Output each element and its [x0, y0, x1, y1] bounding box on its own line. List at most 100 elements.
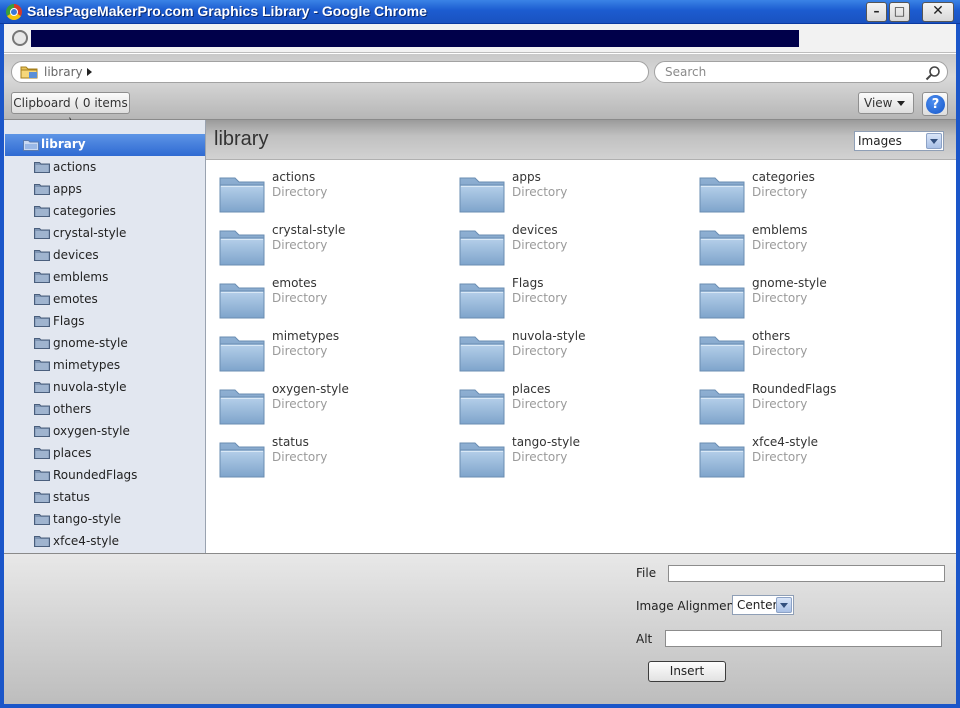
image-alignment-label: Image Alignment	[636, 599, 739, 613]
folder-icon	[459, 336, 505, 372]
help-button[interactable]: ?	[922, 92, 948, 116]
folder-tile-others[interactable]: others Directory	[698, 329, 928, 379]
filter-type-select[interactable]: Images	[854, 131, 944, 151]
main-content: library Images actions Directory apps Direc…	[206, 120, 956, 553]
sidebar-item-tango-style[interactable]: tango-style	[34, 508, 204, 530]
folder-type: Directory	[512, 450, 568, 464]
folder-type: Directory	[512, 238, 568, 252]
sidebar-item-crystal-style[interactable]: crystal-style	[34, 222, 204, 244]
folder-tile-tango-style[interactable]: tango-style Directory	[458, 435, 688, 485]
sidebar-item-places[interactable]: places	[34, 442, 204, 464]
sidebar-item-roundedflags[interactable]: RoundedFlags	[34, 464, 204, 486]
close-window-button[interactable]: ✕	[922, 2, 954, 22]
sidebar-item-oxygen-style[interactable]: oxygen-style	[34, 420, 204, 442]
folder-icon	[459, 230, 505, 266]
folder-tile-flags[interactable]: Flags Directory	[458, 276, 688, 326]
folder-icon	[34, 228, 50, 239]
file-label: File	[636, 566, 657, 580]
sidebar-item-emotes[interactable]: emotes	[34, 288, 204, 310]
folder-tile-oxygen-style[interactable]: oxygen-style Directory	[218, 382, 448, 432]
folder-tile-categories[interactable]: categories Directory	[698, 170, 928, 220]
alt-field[interactable]	[665, 630, 942, 647]
folder-type: Directory	[272, 185, 328, 199]
folder-icon	[34, 206, 50, 217]
folder-tile-apps[interactable]: apps Directory	[458, 170, 688, 220]
folder-name: crystal-style	[272, 223, 346, 237]
folder-icon	[34, 404, 50, 415]
sidebar-item-actions[interactable]: actions	[34, 156, 204, 178]
folder-tree-sidebar: library actions apps categories crystal-sty…	[4, 120, 206, 553]
sidebar-item-mimetypes[interactable]: mimetypes	[34, 354, 204, 376]
folder-name: devices	[512, 223, 558, 237]
folder-tile-mimetypes[interactable]: mimetypes Directory	[218, 329, 448, 379]
sidebar-item-xfce4-style[interactable]: xfce4-style	[34, 530, 204, 552]
folder-icon	[699, 442, 745, 478]
folder-icon	[34, 426, 50, 437]
sidebar-item-library[interactable]: library	[5, 134, 205, 156]
sidebar-item-label: mimetypes	[53, 358, 121, 372]
chrome-logo-icon	[6, 4, 22, 20]
folder-tile-status[interactable]: status Directory	[218, 435, 448, 485]
location-chevron-right-icon[interactable]	[87, 68, 92, 76]
dropdown-arrow-icon[interactable]	[776, 597, 792, 613]
sidebar-item-others[interactable]: others	[34, 398, 204, 420]
maximize-button[interactable]: □	[889, 2, 910, 22]
folder-type: Directory	[752, 344, 808, 358]
folder-type: Directory	[752, 397, 808, 411]
sidebar-item-flags[interactable]: Flags	[34, 310, 204, 332]
folder-tile-nuvola-style[interactable]: nuvola-style Directory	[458, 329, 688, 379]
folder-name: oxygen-style	[272, 382, 349, 396]
folder-tile-devices[interactable]: devices Directory	[458, 223, 688, 273]
search-box[interactable]	[654, 61, 948, 83]
folder-tile-gnome-style[interactable]: gnome-style Directory	[698, 276, 928, 326]
location-bar[interactable]: library	[11, 61, 649, 83]
folder-icon	[699, 230, 745, 266]
folder-tile-emotes[interactable]: emotes Directory	[218, 276, 448, 326]
folder-tile-crystal-style[interactable]: crystal-style Directory	[218, 223, 448, 273]
sidebar-item-devices[interactable]: devices	[34, 244, 204, 266]
sidebar-item-apps[interactable]: apps	[34, 178, 204, 200]
sidebar-item-categories[interactable]: categories	[34, 200, 204, 222]
sidebar-item-label: others	[53, 402, 92, 416]
search-icon[interactable]	[925, 65, 941, 81]
folder-icon	[34, 448, 50, 459]
folder-icon	[34, 184, 50, 195]
search-input[interactable]	[665, 64, 915, 80]
folder-icon	[34, 250, 50, 261]
sidebar-item-label: nuvola-style	[53, 380, 127, 394]
clipboard-button[interactable]: Clipboard ( 0 items )	[11, 92, 130, 130]
folder-icon	[219, 442, 265, 478]
folder-type: Directory	[752, 450, 808, 464]
caret-down-icon	[897, 101, 905, 106]
sidebar-item-label: emotes	[53, 292, 98, 306]
folder-tile-xfce4-style[interactable]: xfce4-style Directory	[698, 435, 928, 485]
folder-tile-actions[interactable]: actions Directory	[218, 170, 448, 220]
file-field[interactable]	[668, 565, 945, 582]
insert-button[interactable]: Insert	[648, 661, 726, 682]
sidebar-item-status[interactable]: status	[34, 486, 204, 508]
sidebar-item-nuvola-style[interactable]: nuvola-style	[34, 376, 204, 398]
sidebar-item-gnome-style[interactable]: gnome-style	[34, 332, 204, 354]
folder-tile-emblems[interactable]: emblems Directory	[698, 223, 928, 273]
sidebar-item-label: oxygen-style	[53, 424, 130, 438]
folder-icon	[34, 360, 50, 371]
folder-type: Directory	[512, 397, 568, 411]
sidebar-item-emblems[interactable]: emblems	[34, 266, 204, 288]
folder-icon	[34, 316, 50, 327]
image-alignment-select[interactable]: Center	[732, 595, 794, 615]
sidebar-item-label: devices	[53, 248, 99, 262]
folder-name: emotes	[272, 276, 317, 290]
address-url-field[interactable]	[31, 30, 799, 47]
folder-tile-places[interactable]: places Directory	[458, 382, 688, 432]
minimize-button[interactable]: –	[866, 2, 887, 22]
sidebar-item-label: tango-style	[53, 512, 121, 526]
sidebar-item-label: gnome-style	[53, 336, 128, 350]
folder-name: xfce4-style	[752, 435, 819, 449]
window-titlebar: SalesPageMakerPro.com Graphics Library -…	[0, 0, 960, 24]
page-globe-icon	[12, 30, 28, 46]
folder-tile-roundedflags[interactable]: RoundedFlags Directory	[698, 382, 928, 432]
dropdown-arrow-icon[interactable]	[926, 133, 942, 149]
view-button[interactable]: View	[858, 92, 914, 114]
window-title: SalesPageMakerPro.com Graphics Library -…	[27, 3, 427, 19]
folder-icon	[34, 382, 50, 393]
